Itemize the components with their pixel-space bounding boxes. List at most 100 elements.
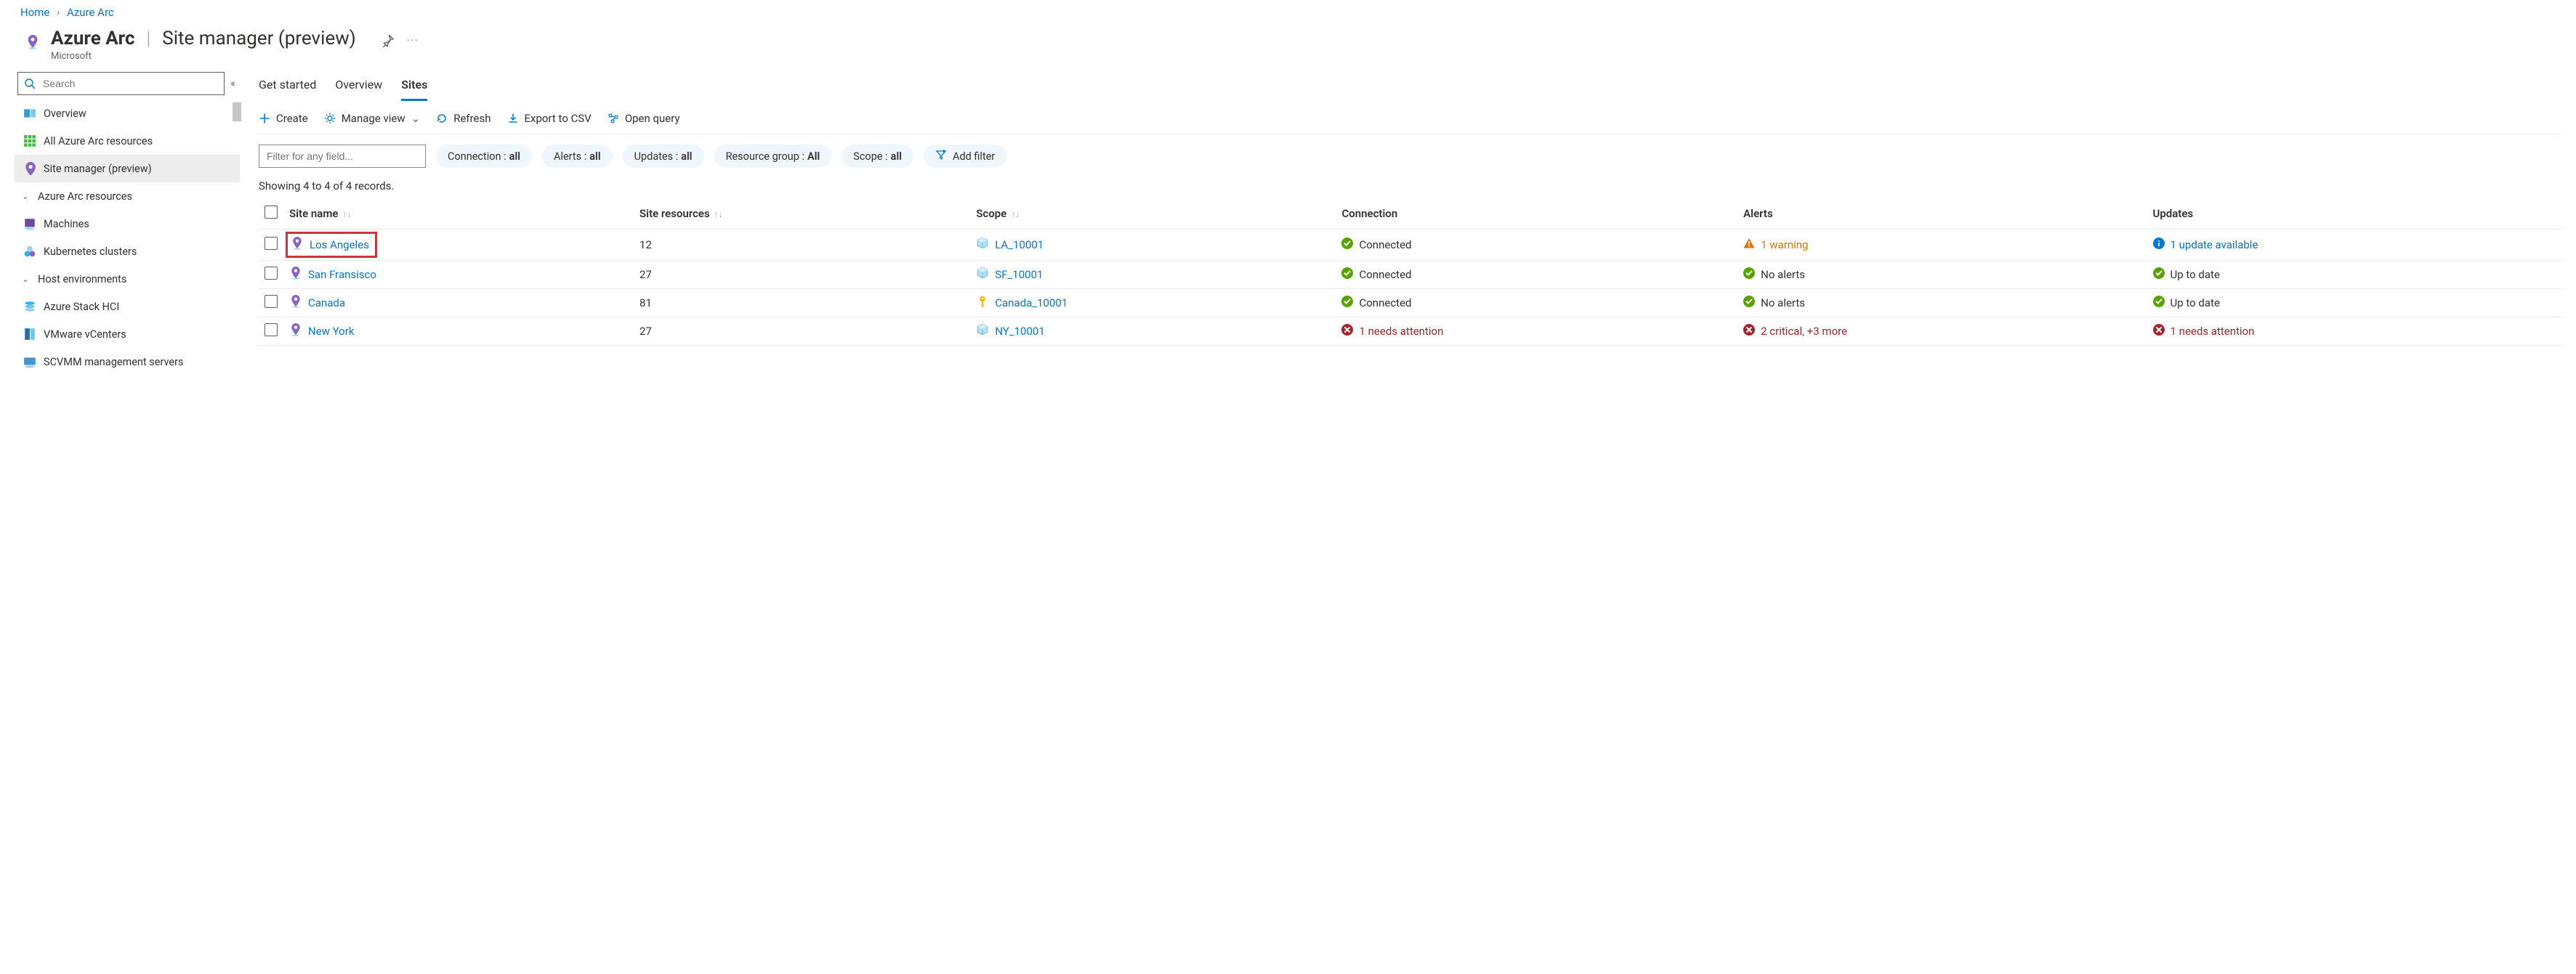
connection-status[interactable]: Connected [1359,296,1411,309]
sidebar-item[interactable]: All Azure Arc resources [15,127,240,155]
scope-link[interactable]: SF_10001 [995,268,1043,281]
alerts-status[interactable]: 1 warning [1761,238,1808,251]
sidebar-item[interactable]: Machines [15,210,240,238]
create-button[interactable]: Create [259,112,308,125]
alerts-status[interactable]: 2 critical, +3 more [1761,325,1847,338]
connection-status[interactable]: Connected [1359,268,1411,281]
sites-table: Site name↑↓ Site resources↑↓ Scope↑↓ Con… [259,198,2561,346]
sidebar-item-label: VMware vCenters [44,328,126,341]
connection-status[interactable]: Connected [1359,238,1411,251]
tab[interactable]: Overview [335,72,382,101]
updates-status[interactable]: 1 update available [2171,238,2258,251]
site-resources-value: 12 [639,238,652,251]
col-connection[interactable]: Connection [1336,198,1737,230]
sidebar-item-label: All Azure Arc resources [44,135,153,147]
sidebar-item-label: Site manager (preview) [44,163,152,175]
site-resources-value: 27 [639,268,652,281]
pin-icon [23,162,36,175]
row-checkbox[interactable] [265,237,278,250]
page-header: Azure Arc | Site manager (preview) ··· M… [0,25,2576,69]
tab[interactable]: Sites [401,72,427,101]
filter-pill-key: Resource group : [726,150,804,163]
sidebar-item-label: Azure Stack HCI [44,301,119,313]
filter-pill[interactable]: Scope : all [841,145,913,168]
filter-pill-value: all [891,150,902,163]
table-row: New York 27 NY_10001 1 needs attention 2… [259,317,2561,346]
breadcrumb: Home › Azure Arc [0,0,2576,25]
sidebar-group[interactable]: ⌄Host environments [15,265,240,293]
row-checkbox[interactable] [265,295,278,308]
sidebar-item[interactable]: Overview [15,100,240,127]
updates-status[interactable]: 1 needs attention [2171,325,2255,338]
status-icon [1341,267,1353,282]
filter-pill-key: Connection : [448,150,506,163]
stack-icon [23,300,36,313]
status-icon [2153,324,2165,338]
col-site-name[interactable]: Site name↑↓ [283,198,634,230]
alerts-status[interactable]: No alerts [1761,296,1805,309]
sort-icon: ↑↓ [714,209,723,219]
site-name-link[interactable]: Canada [308,296,345,309]
filter-pill[interactable]: Alerts : all [542,145,613,168]
select-all-checkbox[interactable] [265,206,278,219]
filter-pill[interactable]: Resource group : All [714,145,832,168]
filter-pill-key: Scope : [853,150,887,163]
status-icon [1743,324,1755,338]
scvmm-icon [23,355,36,368]
row-checkbox[interactable] [265,323,278,336]
site-resources-value: 27 [639,325,652,338]
filter-pill-key: Updates : [634,150,679,163]
filter-pill-key: Alerts : [554,150,586,163]
breadcrumb-home[interactable]: Home [20,6,49,19]
sidebar-item[interactable]: Azure Stack HCI [15,293,240,320]
filter-row: Connection : all Alerts : all Updates : al… [259,134,2561,172]
status-icon [2153,296,2165,310]
refresh-button[interactable]: Refresh [436,112,490,125]
site-name-link[interactable]: New York [308,325,354,338]
dashboard-icon [23,107,36,120]
site-name-link[interactable]: San Fransisco [308,268,376,281]
col-scope[interactable]: Scope↑↓ [970,198,1336,230]
sidebar-search[interactable] [17,72,225,95]
filter-input[interactable] [259,145,426,168]
manage-view-button[interactable]: Manage view ⌄ [324,112,421,125]
sidebar-item[interactable]: VMware vCenters [15,320,240,348]
export-csv-button[interactable]: Export to CSV [507,112,591,125]
col-updates[interactable]: Updates [2147,198,2561,230]
table-row: Canada 81 Canada_10001 Connected No aler… [259,289,2561,317]
scope-link[interactable]: LA_10001 [995,238,1043,251]
scope-link[interactable]: NY_10001 [995,325,1044,338]
more-button[interactable]: ··· [407,35,419,46]
tabs: Get started Overview Sites [259,72,2561,102]
sidebar-group-label: Azure Arc resources [38,190,132,203]
sidebar-item[interactable]: Kubernetes clusters [15,238,240,265]
filter-pill[interactable]: Updates : all [623,145,704,168]
open-query-button[interactable]: Open query [607,112,680,125]
updates-status[interactable]: Up to date [2171,296,2220,309]
status-icon [1743,267,1755,282]
pin-button[interactable] [381,34,394,47]
alerts-status[interactable]: No alerts [1761,268,1805,281]
cube-icon [976,267,989,283]
add-filter-button[interactable]: Add filter [924,145,1006,168]
sidebar-item[interactable]: SCVMM management servers [15,348,240,376]
refresh-label: Refresh [453,112,490,125]
sidebar-group[interactable]: ⌄Azure Arc resources [15,182,240,210]
row-checkbox[interactable] [265,267,278,280]
table-row: Los Angeles 12 LA_10001 Connected 1 warn… [259,230,2561,261]
col-site-resources[interactable]: Site resources↑↓ [634,198,970,230]
table-row: San Fransisco 27 SF_10001 Connected No a… [259,261,2561,289]
breadcrumb-current[interactable]: Azure Arc [67,6,114,19]
updates-status[interactable]: Up to date [2171,268,2220,281]
site-name-link[interactable]: Los Angeles [310,238,369,251]
scope-link[interactable]: Canada_10001 [995,296,1067,309]
sidebar-item[interactable]: Site manager (preview) [15,155,240,182]
manage-view-label: Manage view [342,112,405,125]
sidebar-collapse-button[interactable]: « [230,78,235,89]
tab[interactable]: Get started [259,72,316,101]
pin-icon [291,237,304,253]
filter-pill[interactable]: Connection : all [436,145,532,168]
connection-status[interactable]: 1 needs attention [1359,325,1443,338]
col-alerts[interactable]: Alerts [1737,198,2147,230]
sidebar-search-input[interactable] [41,77,218,90]
